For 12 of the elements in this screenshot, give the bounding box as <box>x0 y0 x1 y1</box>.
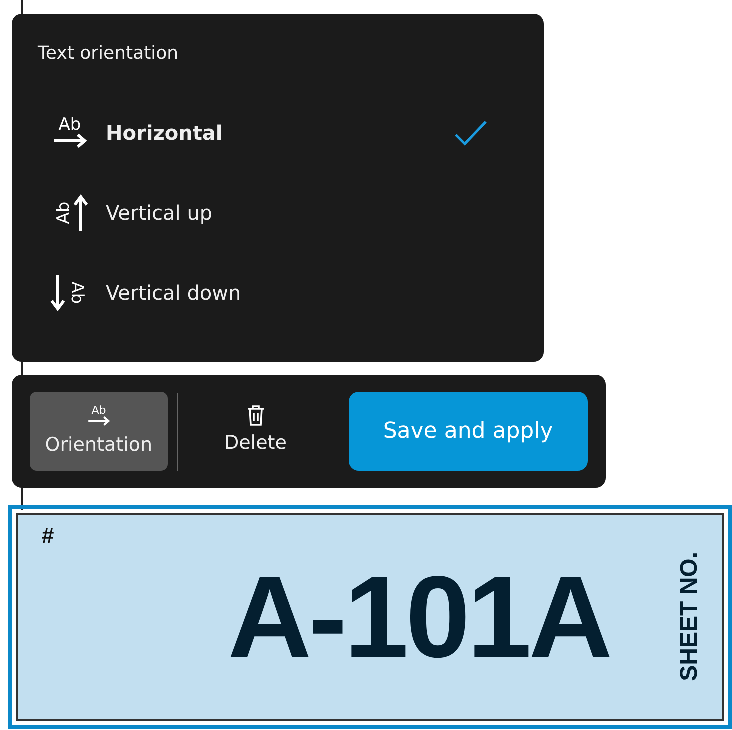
sheet-label: SHEET NO. <box>675 552 704 682</box>
menu-item[interactable]: Ab Horizontal <box>38 93 518 173</box>
field-label: # <box>42 522 54 550</box>
menu-title: Text orientation <box>38 42 180 66</box>
trash-icon <box>246 405 266 428</box>
orientation-button[interactable]: Ab Orientation <box>30 392 168 471</box>
checkmark-icon <box>454 119 488 147</box>
menu-item[interactable]: Ab Vertical up <box>38 173 518 253</box>
delete-button[interactable]: Delete <box>186 392 325 471</box>
menu-item[interactable]: Ab Vertical down <box>38 253 518 333</box>
sheet-number: A-101A <box>228 559 610 675</box>
sheet-number-field[interactable]: # A-101A SHEET NO. <box>8 505 732 729</box>
